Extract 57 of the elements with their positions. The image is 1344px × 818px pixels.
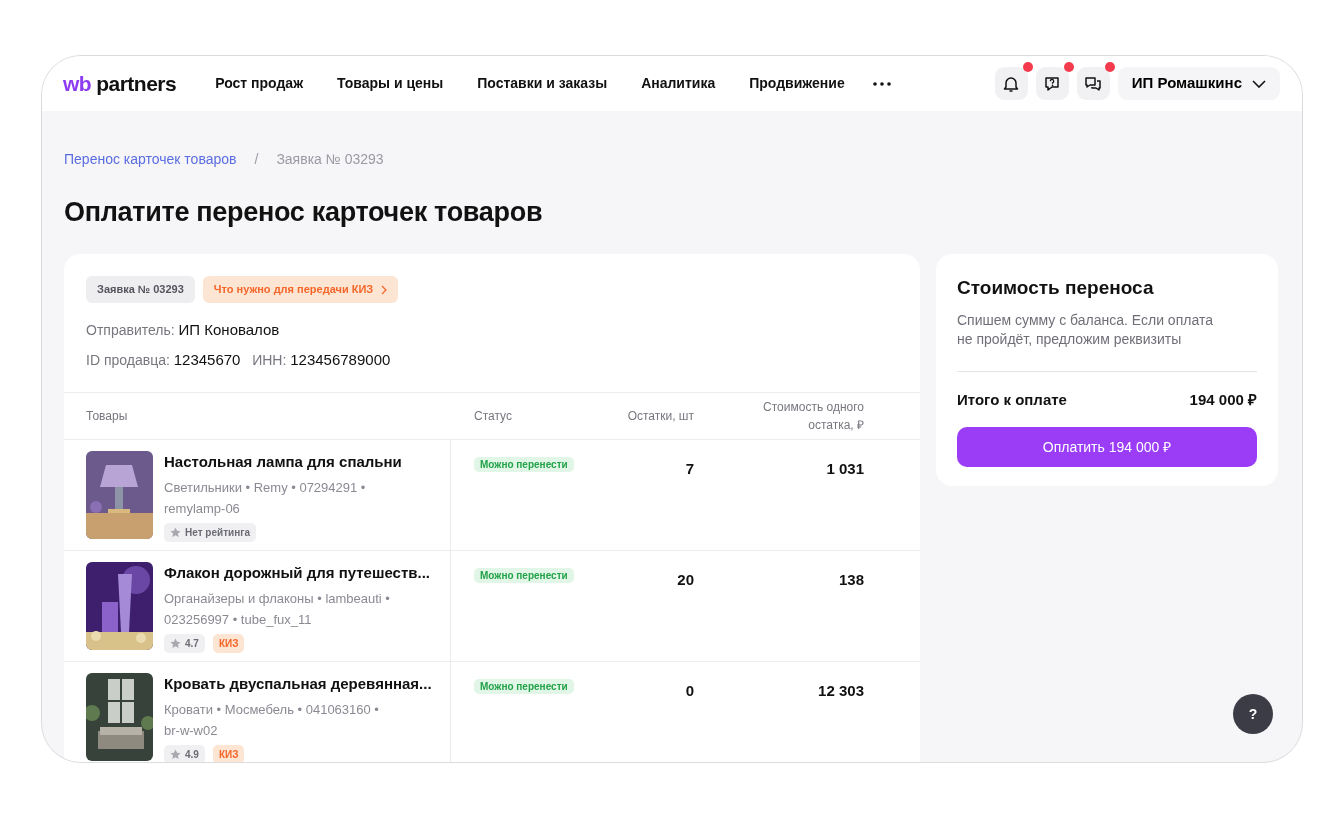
breadcrumb-current: Заявка № 03293 — [276, 150, 384, 169]
more-icon — [873, 81, 892, 86]
star-icon — [170, 638, 181, 650]
column-header: Статус — [474, 407, 512, 425]
kiz-tag: КИЗ — [212, 634, 245, 654]
breadcrumb-separator: / — [254, 150, 259, 169]
product-name[interactable]: Флакон дорожный для путешеств... — [164, 561, 430, 585]
stock-count: 20 — [677, 570, 694, 588]
bell-button[interactable] — [994, 67, 1028, 100]
help-button[interactable] — [1035, 67, 1069, 100]
status-tag: Можно перенести — [474, 456, 574, 472]
logo-mark: wb — [63, 70, 92, 97]
pay-button[interactable]: Оплатить 194 000 ₽ — [957, 427, 1257, 468]
rating-tag: 4.9 — [164, 745, 205, 762]
sender-line: Отправитель: ИП Коновалов — [86, 319, 281, 340]
seller-ids-line: ID продавца: 12345670 ИНН: 123456789000 — [86, 350, 392, 371]
nav-link[interactable]: Поставки и заказы — [460, 73, 625, 94]
price-value: 12 303 — [818, 681, 864, 699]
total-label: Итого к оплате — [957, 389, 1067, 410]
product-details: Светильники • Remy • 07294291 • remylamp-06 — [164, 479, 367, 519]
kiz-tag: КИЗ — [212, 745, 245, 762]
chat-icon — [1084, 74, 1103, 93]
price-value: 138 — [838, 570, 864, 588]
product-name[interactable]: Кровать двуспальная деревянная... — [164, 672, 432, 696]
star-icon — [170, 527, 181, 539]
column-header: Остатки, шт — [627, 407, 694, 425]
star-icon — [170, 749, 181, 761]
logo-text: partners — [96, 70, 177, 97]
column-header: Товары — [86, 407, 128, 425]
status-tag: Можно перенести — [474, 678, 574, 694]
product-details: Органайзеры и флаконы • lambeauti • 023256997 • tube_fux_11 — [164, 590, 391, 630]
chevron-down-icon — [1252, 79, 1266, 88]
summary-title: Стоимость переноса — [957, 276, 1155, 301]
product-details: Кровати • Мосмебель • 041063160 • br-w-w02 — [164, 701, 380, 741]
chat-button[interactable] — [1076, 67, 1110, 100]
help-button[interactable]: ? — [1233, 694, 1273, 734]
account-menu[interactable]: ИП Ромашкинс — [1117, 67, 1280, 100]
price-value: 1 031 — [826, 459, 864, 477]
stock-count: 0 — [685, 681, 694, 699]
nav-link[interactable]: Продвижение — [732, 73, 862, 94]
help-icon — [1043, 74, 1062, 93]
breadcrumb-link[interactable]: Перенос карточек товаров — [64, 149, 237, 170]
nav-link[interactable]: Рост продаж — [198, 73, 321, 94]
bell-icon — [1002, 74, 1021, 93]
summary-description: Спишем сумму с баланса. Если оплата не пройдёт, предложим реквизиты — [957, 310, 1214, 349]
status-tag: Можно перенести — [474, 567, 574, 583]
page-title: Оплатите перенос карточек товаров — [64, 196, 544, 229]
rating-tag: 4.7 — [164, 634, 205, 654]
nav-link[interactable]: Товары и цены — [320, 73, 461, 94]
rating-tag: Нет рейтинга — [164, 523, 256, 543]
total-amount: 194 000 ₽ — [1189, 389, 1257, 410]
request-number-tag: Заявка № 03293 — [86, 276, 195, 303]
product-name[interactable]: Настольная лампа для спальни — [164, 450, 402, 474]
column-header: Стоимость одного остатка, ₽ — [762, 398, 864, 434]
nav-link[interactable]: Аналитика — [624, 73, 733, 94]
chevron-right-icon — [381, 284, 388, 295]
stock-count: 7 — [685, 459, 694, 477]
